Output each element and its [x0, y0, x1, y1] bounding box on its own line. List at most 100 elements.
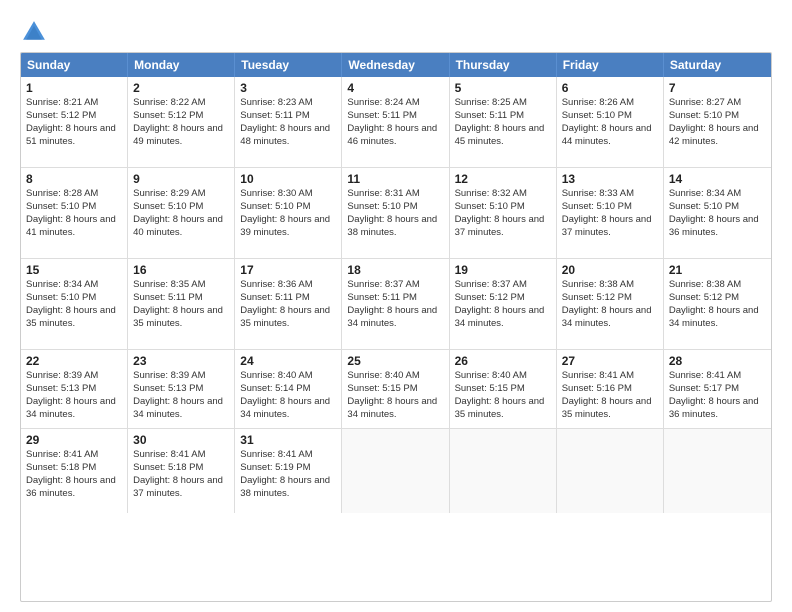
cal-cell-2-6: 14Sunrise: 8:34 AMSunset: 5:10 PMDayligh… — [664, 168, 771, 258]
cal-cell-5-1: 30Sunrise: 8:41 AMSunset: 5:18 PMDayligh… — [128, 429, 235, 513]
day-number: 5 — [455, 80, 551, 96]
cal-cell-4-5: 27Sunrise: 8:41 AMSunset: 5:16 PMDayligh… — [557, 350, 664, 428]
cal-cell-5-6 — [664, 429, 771, 513]
cal-cell-2-0: 8Sunrise: 8:28 AMSunset: 5:10 PMDaylight… — [21, 168, 128, 258]
cal-cell-3-1: 16Sunrise: 8:35 AMSunset: 5:11 PMDayligh… — [128, 259, 235, 349]
day-number: 2 — [133, 80, 229, 96]
day-number: 26 — [455, 353, 551, 369]
day-number: 4 — [347, 80, 443, 96]
day-info: Sunrise: 8:41 AMSunset: 5:18 PMDaylight:… — [133, 449, 223, 498]
day-info: Sunrise: 8:40 AMSunset: 5:15 PMDaylight:… — [455, 370, 545, 419]
calendar-body: 1Sunrise: 8:21 AMSunset: 5:12 PMDaylight… — [21, 77, 771, 513]
day-number: 3 — [240, 80, 336, 96]
day-number: 17 — [240, 262, 336, 278]
cal-cell-2-3: 11Sunrise: 8:31 AMSunset: 5:10 PMDayligh… — [342, 168, 449, 258]
calendar-header: SundayMondayTuesdayWednesdayThursdayFrid… — [21, 53, 771, 77]
cal-cell-4-0: 22Sunrise: 8:39 AMSunset: 5:13 PMDayligh… — [21, 350, 128, 428]
day-info: Sunrise: 8:34 AMSunset: 5:10 PMDaylight:… — [669, 188, 759, 237]
day-info: Sunrise: 8:41 AMSunset: 5:16 PMDaylight:… — [562, 370, 652, 419]
cal-row-4: 22Sunrise: 8:39 AMSunset: 5:13 PMDayligh… — [21, 349, 771, 428]
calendar: SundayMondayTuesdayWednesdayThursdayFrid… — [20, 52, 772, 602]
cal-cell-4-3: 25Sunrise: 8:40 AMSunset: 5:15 PMDayligh… — [342, 350, 449, 428]
cal-cell-1-5: 6Sunrise: 8:26 AMSunset: 5:10 PMDaylight… — [557, 77, 664, 167]
day-info: Sunrise: 8:31 AMSunset: 5:10 PMDaylight:… — [347, 188, 437, 237]
day-info: Sunrise: 8:23 AMSunset: 5:11 PMDaylight:… — [240, 97, 330, 146]
cal-cell-5-3 — [342, 429, 449, 513]
day-number: 11 — [347, 171, 443, 187]
cal-cell-3-0: 15Sunrise: 8:34 AMSunset: 5:10 PMDayligh… — [21, 259, 128, 349]
day-number: 22 — [26, 353, 122, 369]
top-bar — [20, 18, 772, 46]
day-number: 31 — [240, 432, 336, 448]
cal-cell-1-1: 2Sunrise: 8:22 AMSunset: 5:12 PMDaylight… — [128, 77, 235, 167]
cal-cell-5-4 — [450, 429, 557, 513]
cal-cell-1-2: 3Sunrise: 8:23 AMSunset: 5:11 PMDaylight… — [235, 77, 342, 167]
cal-cell-2-1: 9Sunrise: 8:29 AMSunset: 5:10 PMDaylight… — [128, 168, 235, 258]
header-day-wednesday: Wednesday — [342, 53, 449, 77]
day-info: Sunrise: 8:37 AMSunset: 5:11 PMDaylight:… — [347, 279, 437, 328]
cal-cell-3-2: 17Sunrise: 8:36 AMSunset: 5:11 PMDayligh… — [235, 259, 342, 349]
logo-icon — [20, 18, 48, 46]
day-info: Sunrise: 8:32 AMSunset: 5:10 PMDaylight:… — [455, 188, 545, 237]
header-day-saturday: Saturday — [664, 53, 771, 77]
day-info: Sunrise: 8:41 AMSunset: 5:18 PMDaylight:… — [26, 449, 116, 498]
day-info: Sunrise: 8:39 AMSunset: 5:13 PMDaylight:… — [26, 370, 116, 419]
cal-cell-5-2: 31Sunrise: 8:41 AMSunset: 5:19 PMDayligh… — [235, 429, 342, 513]
day-info: Sunrise: 8:37 AMSunset: 5:12 PMDaylight:… — [455, 279, 545, 328]
day-info: Sunrise: 8:35 AMSunset: 5:11 PMDaylight:… — [133, 279, 223, 328]
cal-cell-3-3: 18Sunrise: 8:37 AMSunset: 5:11 PMDayligh… — [342, 259, 449, 349]
cal-row-1: 1Sunrise: 8:21 AMSunset: 5:12 PMDaylight… — [21, 77, 771, 167]
cal-cell-2-5: 13Sunrise: 8:33 AMSunset: 5:10 PMDayligh… — [557, 168, 664, 258]
day-number: 23 — [133, 353, 229, 369]
day-number: 6 — [562, 80, 658, 96]
day-info: Sunrise: 8:34 AMSunset: 5:10 PMDaylight:… — [26, 279, 116, 328]
day-info: Sunrise: 8:26 AMSunset: 5:10 PMDaylight:… — [562, 97, 652, 146]
day-number: 24 — [240, 353, 336, 369]
day-number: 14 — [669, 171, 766, 187]
cal-cell-1-0: 1Sunrise: 8:21 AMSunset: 5:12 PMDaylight… — [21, 77, 128, 167]
day-info: Sunrise: 8:33 AMSunset: 5:10 PMDaylight:… — [562, 188, 652, 237]
day-info: Sunrise: 8:30 AMSunset: 5:10 PMDaylight:… — [240, 188, 330, 237]
cal-cell-3-4: 19Sunrise: 8:37 AMSunset: 5:12 PMDayligh… — [450, 259, 557, 349]
cal-row-2: 8Sunrise: 8:28 AMSunset: 5:10 PMDaylight… — [21, 167, 771, 258]
day-number: 18 — [347, 262, 443, 278]
cal-row-5: 29Sunrise: 8:41 AMSunset: 5:18 PMDayligh… — [21, 428, 771, 513]
day-number: 30 — [133, 432, 229, 448]
page: SundayMondayTuesdayWednesdayThursdayFrid… — [0, 0, 792, 612]
day-info: Sunrise: 8:27 AMSunset: 5:10 PMDaylight:… — [669, 97, 759, 146]
header-day-thursday: Thursday — [450, 53, 557, 77]
header-day-sunday: Sunday — [21, 53, 128, 77]
day-info: Sunrise: 8:28 AMSunset: 5:10 PMDaylight:… — [26, 188, 116, 237]
cal-cell-1-6: 7Sunrise: 8:27 AMSunset: 5:10 PMDaylight… — [664, 77, 771, 167]
day-number: 9 — [133, 171, 229, 187]
day-number: 8 — [26, 171, 122, 187]
day-info: Sunrise: 8:24 AMSunset: 5:11 PMDaylight:… — [347, 97, 437, 146]
header-day-tuesday: Tuesday — [235, 53, 342, 77]
day-number: 28 — [669, 353, 766, 369]
day-info: Sunrise: 8:38 AMSunset: 5:12 PMDaylight:… — [669, 279, 759, 328]
header-day-monday: Monday — [128, 53, 235, 77]
cal-cell-4-6: 28Sunrise: 8:41 AMSunset: 5:17 PMDayligh… — [664, 350, 771, 428]
cal-cell-5-0: 29Sunrise: 8:41 AMSunset: 5:18 PMDayligh… — [21, 429, 128, 513]
cal-cell-1-3: 4Sunrise: 8:24 AMSunset: 5:11 PMDaylight… — [342, 77, 449, 167]
day-info: Sunrise: 8:39 AMSunset: 5:13 PMDaylight:… — [133, 370, 223, 419]
day-info: Sunrise: 8:22 AMSunset: 5:12 PMDaylight:… — [133, 97, 223, 146]
day-number: 16 — [133, 262, 229, 278]
day-number: 19 — [455, 262, 551, 278]
day-info: Sunrise: 8:36 AMSunset: 5:11 PMDaylight:… — [240, 279, 330, 328]
logo — [20, 18, 52, 46]
day-number: 1 — [26, 80, 122, 96]
day-info: Sunrise: 8:25 AMSunset: 5:11 PMDaylight:… — [455, 97, 545, 146]
day-number: 7 — [669, 80, 766, 96]
day-info: Sunrise: 8:40 AMSunset: 5:14 PMDaylight:… — [240, 370, 330, 419]
day-number: 15 — [26, 262, 122, 278]
cal-cell-4-4: 26Sunrise: 8:40 AMSunset: 5:15 PMDayligh… — [450, 350, 557, 428]
day-number: 12 — [455, 171, 551, 187]
cal-cell-3-5: 20Sunrise: 8:38 AMSunset: 5:12 PMDayligh… — [557, 259, 664, 349]
header-day-friday: Friday — [557, 53, 664, 77]
cal-cell-2-2: 10Sunrise: 8:30 AMSunset: 5:10 PMDayligh… — [235, 168, 342, 258]
day-info: Sunrise: 8:41 AMSunset: 5:19 PMDaylight:… — [240, 449, 330, 498]
cal-cell-2-4: 12Sunrise: 8:32 AMSunset: 5:10 PMDayligh… — [450, 168, 557, 258]
day-number: 25 — [347, 353, 443, 369]
cal-cell-3-6: 21Sunrise: 8:38 AMSunset: 5:12 PMDayligh… — [664, 259, 771, 349]
